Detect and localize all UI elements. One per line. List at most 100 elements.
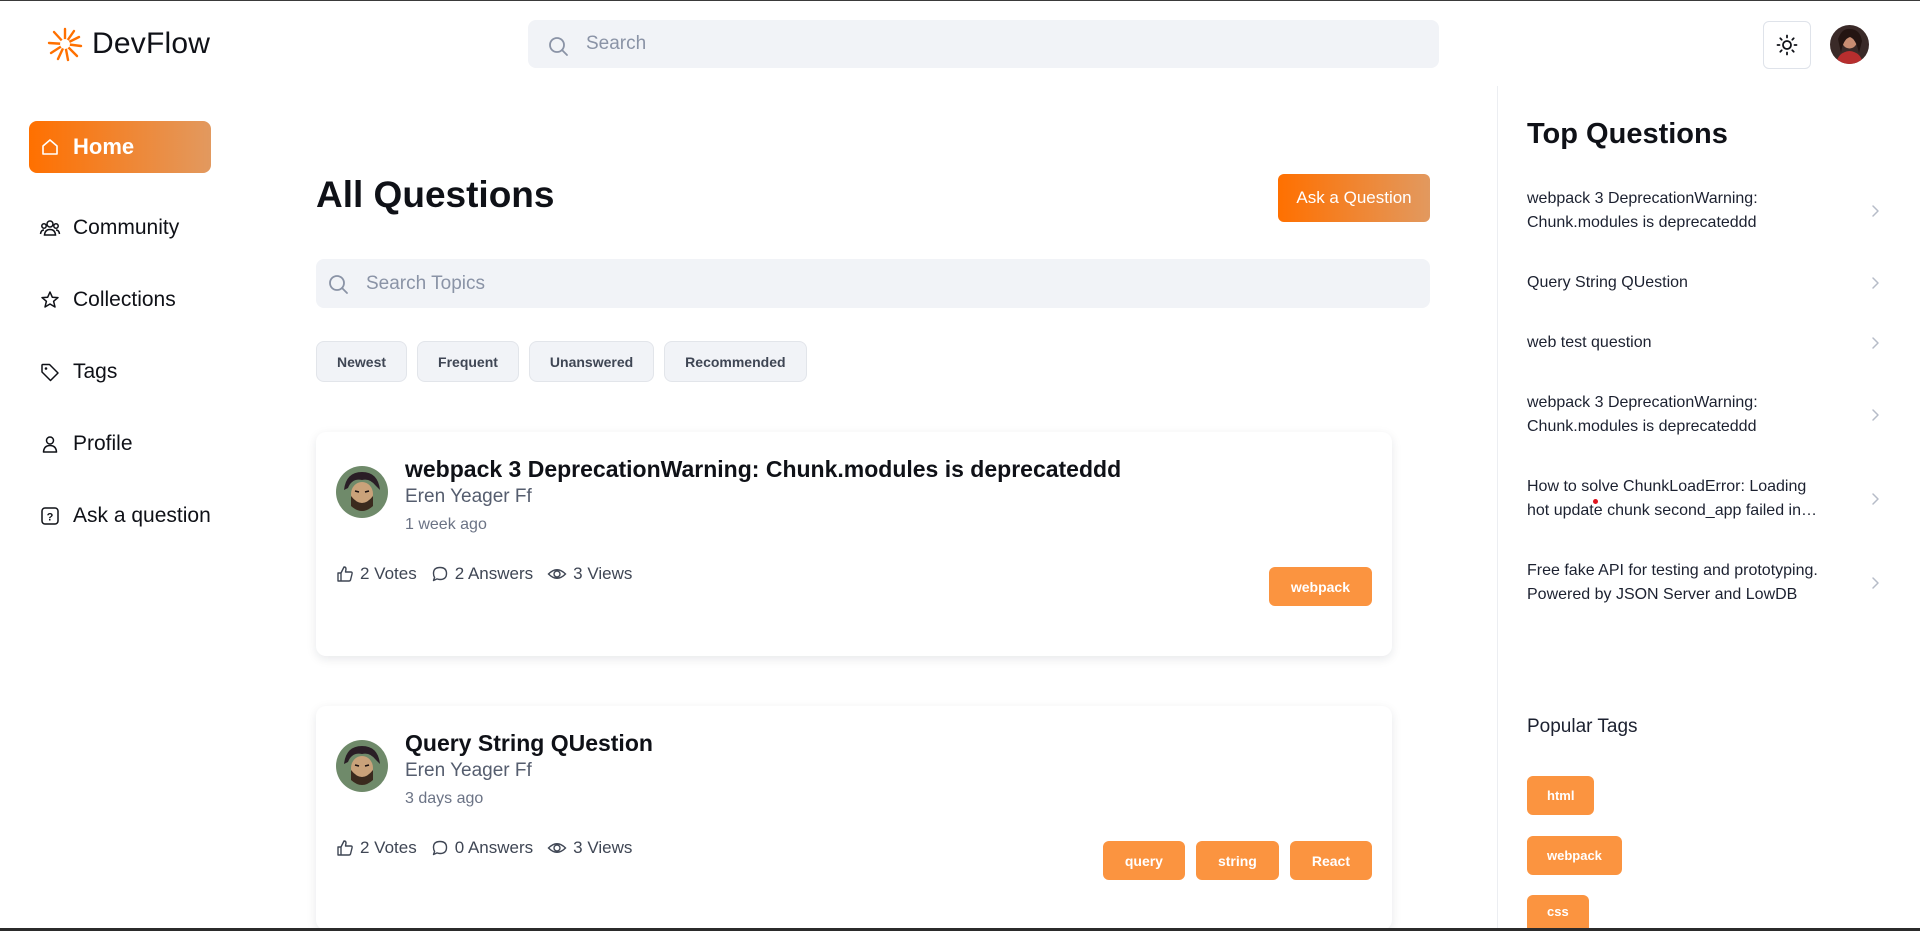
message-circle-icon <box>432 566 447 582</box>
question-title[interactable]: webpack 3 DeprecationWarning: Chunk.modu… <box>405 456 1121 483</box>
user-avatar[interactable] <box>1830 25 1869 64</box>
topic-search-input[interactable] <box>366 259 1406 308</box>
top-question-text: How to solve ChunkLoadError: Loading hot… <box>1527 478 1807 519</box>
votes-count: 2 Votes <box>360 838 417 857</box>
thumbs-up-icon <box>337 840 353 856</box>
top-question-item[interactable]: Query String QUestion <box>1527 271 1887 295</box>
question-card: webpack 3 DeprecationWarning: Chunk.modu… <box>316 432 1392 656</box>
top-question-item[interactable]: webpack 3 DeprecationWarning: Chunk.modu… <box>1527 187 1887 235</box>
views-stat: 3 Views <box>547 838 632 858</box>
filter-newest[interactable]: Newest <box>316 341 408 382</box>
sidebar-item-ask-question[interactable]: ? Ask a question <box>29 490 211 542</box>
devflow-logo-icon <box>47 27 83 62</box>
question-tags: query string React <box>1102 841 1372 880</box>
tag-badge[interactable]: query <box>1102 841 1185 880</box>
profile-picture <box>1830 25 1869 64</box>
chevron-right-icon <box>1872 277 1879 289</box>
sun-icon <box>1776 34 1798 56</box>
sidebar-item-profile[interactable]: Profile <box>29 418 211 470</box>
author-picture <box>336 740 388 792</box>
question-stats: 2 Votes 2 Answers 3 Views <box>336 564 632 584</box>
answers-count: 2 Answers <box>454 564 534 583</box>
sidebar-item-community[interactable]: Community <box>29 202 211 254</box>
author-avatar[interactable] <box>336 466 388 518</box>
views-stat: 3 Views <box>547 564 632 584</box>
search-icon <box>329 275 348 294</box>
brand-logo[interactable]: DevFlow <box>46 25 210 63</box>
top-question-item[interactable]: Free fake API for testing and prototypin… <box>1527 559 1887 607</box>
sidebar-item-home[interactable]: Home <box>29 121 211 173</box>
chevron-right-icon <box>1872 493 1879 505</box>
sidebar-item-label: Home <box>73 134 135 159</box>
question-tags: webpack <box>1268 567 1372 606</box>
answers-count: 0 Answers <box>454 838 534 857</box>
author-avatar[interactable] <box>336 740 388 792</box>
top-question-item[interactable]: How to solve ChunkLoadError: Loading hot… <box>1527 475 1887 523</box>
views-count: 3 Views <box>573 564 633 583</box>
top-question-text: webpack 3 DeprecationWarning: Chunk.modu… <box>1527 394 1758 435</box>
sidebar-item-label: Tags <box>73 360 118 383</box>
tag-badge[interactable]: string <box>1195 841 1279 880</box>
question-timestamp: 1 week ago <box>405 516 487 533</box>
question-icon: ? <box>41 507 59 525</box>
cursor-dot <box>1593 499 1598 504</box>
message-circle-icon <box>432 840 447 856</box>
author-picture <box>336 466 388 518</box>
popular-tag[interactable]: webpack <box>1527 836 1622 875</box>
question-card: Query String QUestion Eren Yeager Ff 3 d… <box>316 706 1392 930</box>
chevron-right-icon <box>1872 577 1879 589</box>
popular-tags-title: Popular Tags <box>1527 716 1638 737</box>
question-author[interactable]: Eren Yeager Ff <box>405 486 532 508</box>
thumbs-up-icon <box>337 566 353 582</box>
popular-tag[interactable]: css <box>1527 895 1589 928</box>
answers-stat: 2 Answers <box>431 564 533 584</box>
votes-stat: 2 Votes <box>336 564 417 584</box>
question-stats: 2 Votes 0 Answers 3 Views <box>336 838 632 858</box>
global-search-bar <box>528 20 1439 68</box>
popular-tag[interactable]: html <box>1527 776 1595 815</box>
votes-count: 2 Votes <box>360 564 417 583</box>
topic-search-bar <box>316 259 1430 308</box>
theme-toggle-button[interactable] <box>1763 21 1811 69</box>
top-question-text: webpack 3 DeprecationWarning: Chunk.modu… <box>1527 190 1758 231</box>
tag-badge[interactable]: React <box>1289 841 1372 880</box>
user-icon <box>42 436 58 453</box>
filter-unanswered[interactable]: Unanswered <box>528 341 655 382</box>
ask-question-button[interactable]: Ask a Question <box>1278 174 1430 222</box>
right-sidebar-divider <box>1497 86 1498 928</box>
home-icon <box>42 139 58 155</box>
sidebar-item-label: Collections <box>73 288 176 311</box>
sidebar-item-label: Profile <box>73 432 133 455</box>
top-question-item[interactable]: web test question <box>1527 331 1887 355</box>
votes-stat: 2 Votes <box>336 838 417 858</box>
top-question-text: Query String QUestion <box>1527 274 1688 291</box>
filter-recommended[interactable]: Recommended <box>664 341 807 382</box>
chevron-right-icon <box>1872 337 1879 349</box>
page-title: All Questions <box>316 174 555 215</box>
tag-badge[interactable]: webpack <box>1268 567 1372 606</box>
search-icon <box>549 37 568 56</box>
question-author[interactable]: Eren Yeager Ff <box>405 760 532 782</box>
star-icon <box>41 291 59 308</box>
top-question-text: Free fake API for testing and prototypin… <box>1527 562 1818 603</box>
top-question-item[interactable]: webpack 3 DeprecationWarning: Chunk.modu… <box>1527 391 1887 439</box>
users-icon <box>39 220 61 236</box>
question-title[interactable]: Query String QUestion <box>405 730 653 757</box>
tag-icon <box>41 363 59 382</box>
filter-frequent[interactable]: Frequent <box>417 341 519 382</box>
sidebar-item-tags[interactable]: Tags <box>29 346 211 398</box>
sidebar-item-label: Community <box>73 216 180 239</box>
top-navbar: DevFlow <box>0 1 1920 87</box>
top-questions-title: Top Questions <box>1527 118 1728 150</box>
chevron-right-icon <box>1872 205 1879 217</box>
sidebar-item-collections[interactable]: Collections <box>29 274 211 326</box>
sidebar-item-label: Ask a question <box>73 504 211 527</box>
global-search-input[interactable] <box>586 20 1416 68</box>
question-timestamp: 3 days ago <box>405 790 484 807</box>
answers-stat: 0 Answers <box>431 838 533 858</box>
svg-text:?: ? <box>47 512 54 524</box>
eye-icon <box>547 843 567 853</box>
eye-icon <box>547 569 567 579</box>
brand-name: DevFlow <box>92 27 211 60</box>
chevron-right-icon <box>1872 409 1879 421</box>
